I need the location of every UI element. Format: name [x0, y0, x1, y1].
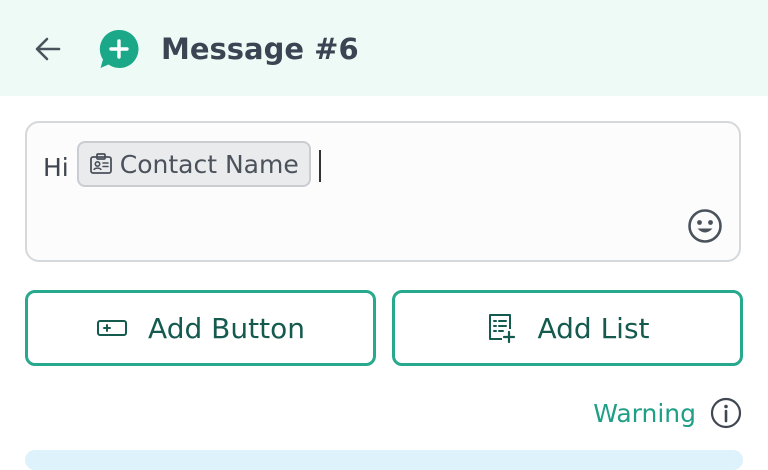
text-caret — [318, 150, 321, 182]
smiley-face-icon[interactable] — [687, 208, 723, 244]
add-list-label: Add List — [537, 311, 650, 345]
info-banner — [25, 450, 743, 470]
header-bar: Message #6 — [0, 0, 768, 96]
message-text: Hi — [43, 152, 69, 182]
info-circle-icon — [710, 397, 742, 429]
arrow-left-icon — [35, 37, 61, 61]
editor-content: Hi Contact Name — [43, 139, 321, 189]
list-plus-icon — [489, 314, 516, 344]
contact-card-icon — [89, 153, 112, 174]
message-editor[interactable]: Hi Contact Name — [25, 121, 741, 262]
variable-chip-label: Contact Name — [119, 149, 299, 179]
warning-link[interactable]: Warning — [593, 395, 742, 431]
button-plus-icon — [97, 320, 128, 336]
chat-plus-icon — [99, 29, 139, 68]
back-button[interactable] — [30, 32, 66, 66]
warning-label: Warning — [593, 398, 696, 428]
variable-chip[interactable]: Contact Name — [76, 141, 311, 187]
add-button-button[interactable]: Add Button — [25, 290, 376, 366]
add-button-label: Add Button — [148, 311, 305, 345]
page-title: Message #6 — [161, 32, 359, 66]
add-list-button[interactable]: Add List — [392, 290, 743, 366]
